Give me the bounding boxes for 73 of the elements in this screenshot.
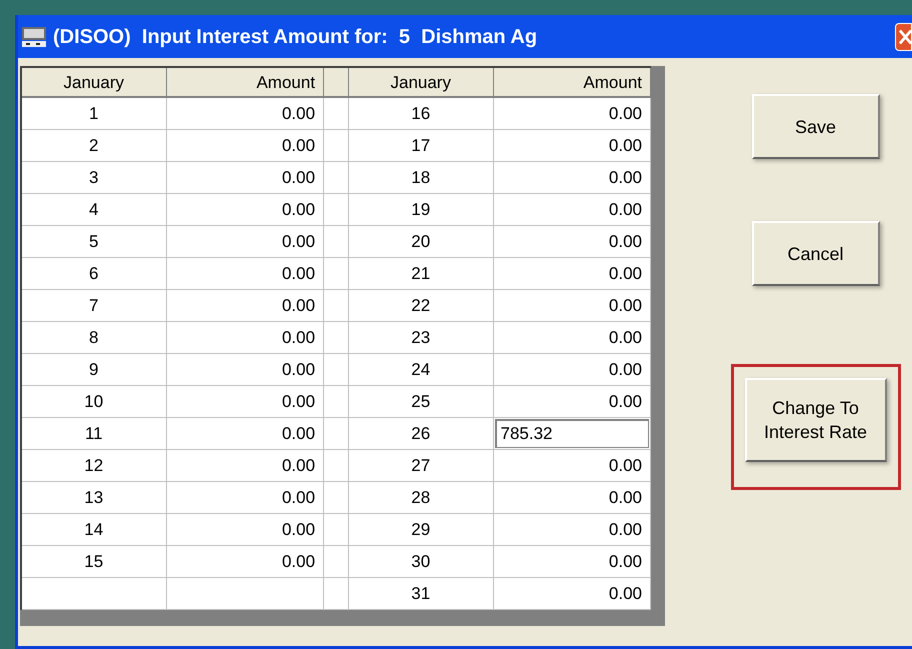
table-cell: 2 — [22, 130, 167, 162]
table-cell: 0.00 — [494, 322, 652, 354]
table-cell: 14 — [22, 514, 167, 546]
table-cell: 0.00 — [166, 482, 324, 514]
table-cell: 0.00 — [166, 450, 324, 482]
table-cell: 0.00 — [166, 194, 324, 226]
table-cell: 13 — [22, 482, 167, 514]
table-cell: 1 — [22, 98, 167, 130]
table-cell: 0.00 — [494, 130, 652, 162]
table-cell: 11 — [22, 418, 167, 450]
table-cell: 0.00 — [494, 386, 652, 418]
column-header[interactable]: Amount — [166, 68, 324, 98]
table-cell: 0.00 — [494, 226, 652, 258]
table-cell: 23 — [348, 322, 494, 354]
table-cell: 10 — [22, 386, 167, 418]
table-cell: 7 — [22, 290, 167, 322]
column-header[interactable]: January — [348, 68, 494, 98]
table-cell: 29 — [348, 514, 494, 546]
table-cell: 0.00 — [166, 354, 324, 386]
table-cell: 9 — [22, 354, 167, 386]
table-cell: 8 — [22, 322, 167, 354]
close-icon — [899, 28, 911, 44]
table-cell: 28 — [348, 482, 494, 514]
table-cell: 0.00 — [166, 226, 324, 258]
table-cell: 26 — [348, 418, 494, 450]
table-cell: 0.00 — [494, 482, 652, 514]
table-cell: 0.00 — [494, 578, 652, 610]
table-cell: 12 — [22, 450, 167, 482]
amount-input[interactable]: 785.32 — [494, 419, 649, 448]
table-cell: 0.00 — [166, 514, 324, 546]
table-cell: 0.00 — [166, 322, 324, 354]
table-cell: 0.00 — [166, 258, 324, 290]
table-cell: 0.00 — [494, 194, 652, 226]
dialog-button[interactable]: Save — [752, 94, 880, 159]
table-cell: 0.00 — [494, 98, 652, 130]
table-cell: 0.00 — [166, 162, 324, 194]
table-cell: 0.00 — [166, 546, 324, 578]
table-cell: 30 — [348, 546, 494, 578]
table-cell: 16 — [348, 98, 494, 130]
table-cell: 24 — [348, 354, 494, 386]
column-header[interactable]: January — [22, 68, 167, 98]
dialog-button[interactable]: Cancel — [752, 221, 880, 286]
table-cell: 0.00 — [494, 514, 652, 546]
window-title: (DISOO) Input Interest Amount for: 5 Dishman Ag — [53, 24, 538, 50]
table-cell: 5 — [22, 226, 167, 258]
table-cell: 15 — [22, 546, 167, 578]
table-cell: 17 — [348, 130, 494, 162]
table-cell: 0.00 — [494, 162, 652, 194]
table-cell: 6 — [22, 258, 167, 290]
table-cell: 3 — [22, 162, 167, 194]
table-cell: 20 — [348, 226, 494, 258]
table-cell: 21 — [348, 258, 494, 290]
table-cell: 22 — [348, 290, 494, 322]
table-cell: 25 — [348, 386, 494, 418]
table-cell: 4 — [22, 194, 167, 226]
column-header[interactable]: Amount — [494, 68, 652, 98]
close-button[interactable] — [895, 22, 912, 50]
table-cell: 18 — [348, 162, 494, 194]
computer-icon — [21, 26, 47, 48]
table-cell: 0.00 — [494, 354, 652, 386]
table-cell: 0.00 — [166, 418, 324, 450]
table-cell: 0.00 — [494, 546, 652, 578]
table-cell: 0.00 — [494, 450, 652, 482]
table-cell: 0.00 — [166, 130, 324, 162]
table-cell: 19 — [348, 194, 494, 226]
table-cell: 31 — [348, 578, 494, 610]
table-cell: 0.00 — [494, 290, 652, 322]
table-cell: 27 — [348, 450, 494, 482]
table-cell: 0.00 — [166, 290, 324, 322]
dialog-button[interactable]: Change To Interest Rate — [744, 378, 886, 462]
table-cell: 0.00 — [166, 98, 324, 130]
table-cell: 0.00 — [166, 386, 324, 418]
table-cell: 0.00 — [494, 258, 652, 290]
